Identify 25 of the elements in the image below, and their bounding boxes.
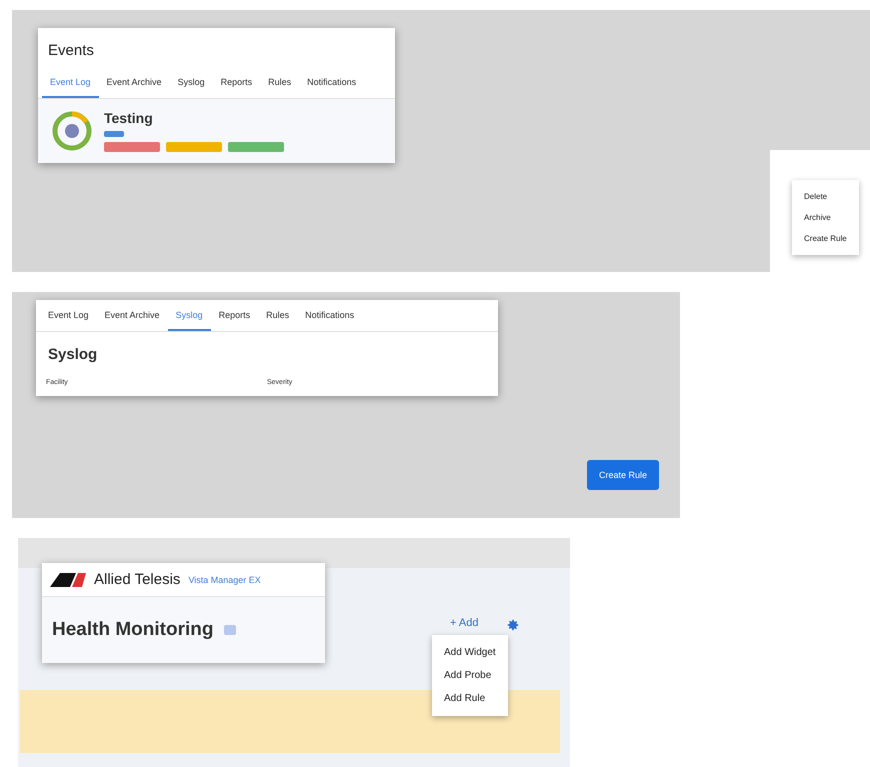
- create-rule-button[interactable]: Create Rule: [587, 460, 660, 490]
- page-title: Health Monitoring: [52, 619, 214, 641]
- tab[interactable]: Event Log: [40, 300, 97, 331]
- syslog-title: Syslog: [47, 345, 98, 365]
- brand-name: Allied Telesis: [94, 571, 180, 588]
- menu-item[interactable]: Archive: [792, 207, 859, 228]
- tab[interactable]: Syslog: [170, 67, 213, 98]
- tab[interactable]: Reports: [210, 300, 258, 331]
- tab[interactable]: Syslog: [168, 300, 211, 331]
- menu-item[interactable]: Add Probe: [432, 664, 508, 687]
- tab[interactable]: Event Archive: [98, 67, 170, 98]
- menu-item[interactable]: Add Widget: [432, 641, 508, 664]
- events-title: Events: [47, 41, 95, 61]
- tab[interactable]: Rules: [260, 67, 300, 98]
- menu-item[interactable]: Add Rule: [432, 687, 508, 710]
- menu-item[interactable]: Delete: [792, 186, 859, 207]
- tab[interactable]: Event Archive: [96, 300, 168, 331]
- tab[interactable]: Rules: [258, 300, 298, 331]
- device-name: Testing: [104, 110, 154, 126]
- menu-item[interactable]: Create Rule: [792, 228, 859, 249]
- tab[interactable]: Reports: [212, 67, 260, 98]
- product-link[interactable]: Vista Manager EX: [188, 574, 261, 584]
- tab[interactable]: Notifications: [297, 300, 362, 331]
- tab[interactable]: Notifications: [299, 67, 364, 98]
- add-button[interactable]: + Add: [444, 616, 484, 630]
